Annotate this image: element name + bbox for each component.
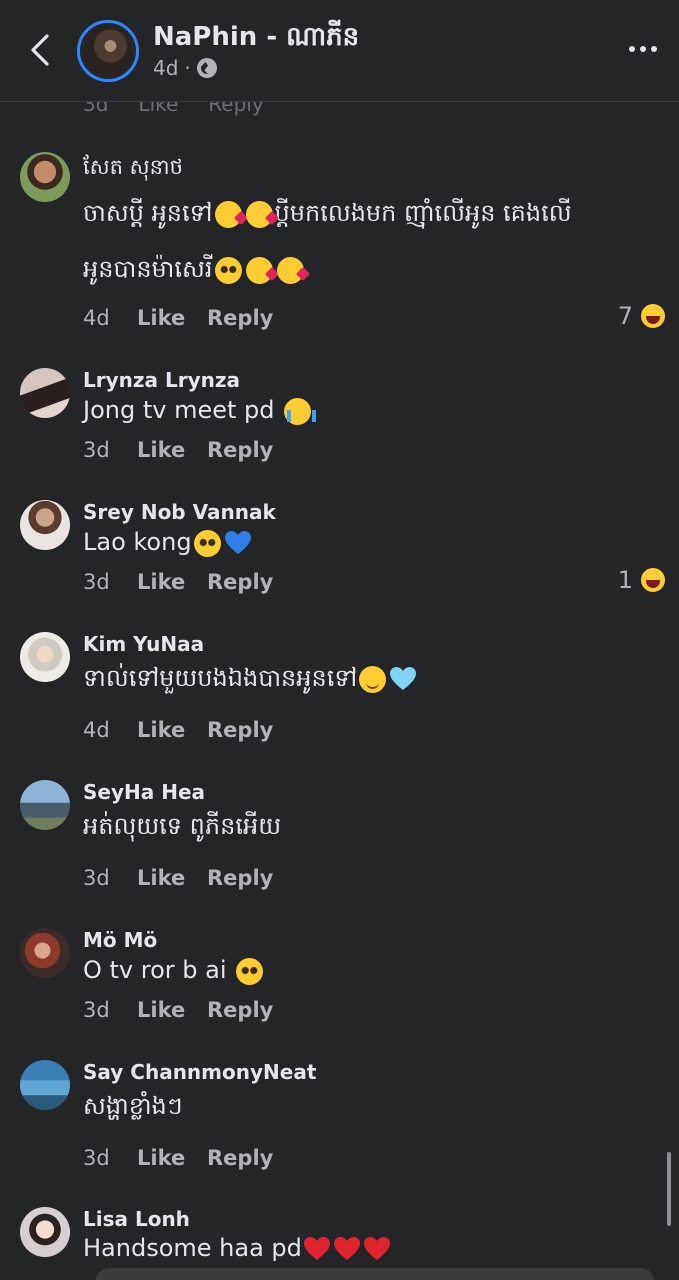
comment-time: 3d (83, 438, 110, 462)
red-heart-icon (363, 1237, 390, 1261)
page-avatar[interactable] (77, 20, 139, 82)
post-meta: 4d · (153, 56, 217, 80)
comment-text-line: ប្ដីមកលេងមក ញ៉ាំលើអូន គេងលើ (274, 199, 572, 227)
comment-text: ទាល់ទៅមួយបងឯងបានអូនទៅ (83, 651, 418, 705)
comment-actions: 4d Like Reply (83, 718, 273, 742)
comment-text: Jong tv meet pd (83, 383, 317, 437)
avatar[interactable] (20, 152, 70, 202)
comment-time: 3d (83, 866, 110, 890)
comment-text-line: អូនបានម៉ាសេរី (83, 255, 213, 283)
haha-reaction-icon (639, 566, 667, 594)
comment-time: 3d (83, 1146, 110, 1170)
reply-button[interactable]: Reply (207, 866, 273, 890)
more-dot (629, 46, 635, 52)
red-heart-icon (333, 1237, 360, 1261)
kissing-heart-emoji-icon (214, 200, 242, 228)
reply-button[interactable]: Reply (207, 438, 273, 462)
haha-reaction-icon (639, 302, 667, 330)
avatar[interactable] (20, 632, 70, 682)
like-button[interactable]: Like (137, 438, 207, 462)
avatar[interactable] (20, 928, 70, 978)
back-button[interactable] (20, 28, 60, 72)
kissing-heart-emoji-icon (245, 256, 273, 284)
globe-icon (196, 58, 217, 78)
comment-time: 3d (83, 570, 110, 594)
light-blue-heart-icon (390, 667, 417, 691)
more-options-button[interactable] (629, 46, 657, 52)
reaction-count: 7 (617, 302, 633, 330)
comment-text-line: អត់លុយទេ ពូភីនអើយ (83, 812, 282, 840)
blue-heart-icon (224, 531, 251, 555)
red-heart-icon (303, 1237, 330, 1261)
comment-text-line: ចាសប្ដី អូនទៅ (83, 199, 213, 227)
more-dot (651, 46, 657, 52)
reply-button[interactable]: Reply (207, 1146, 273, 1170)
pleading-face-emoji-icon (193, 529, 221, 557)
comment-actions: 3d Like Reply (83, 1146, 273, 1170)
like-button[interactable]: Like (137, 306, 207, 330)
comment-text: O tv ror b ai (83, 943, 265, 997)
comment-author[interactable]: សែត សុនាថ (83, 154, 183, 185)
loudly-crying-emoji-icon (284, 397, 317, 425)
pleading-face-emoji-icon (236, 957, 264, 985)
reply-button[interactable]: Reply (207, 306, 273, 330)
avatar[interactable] (20, 780, 70, 830)
comment-text-line: O tv ror b ai (83, 956, 227, 984)
comment-text-line: Lao kong (83, 528, 192, 556)
comment-actions: 4d Like Reply (83, 306, 273, 330)
like-button[interactable]: Like (137, 718, 207, 742)
comment-time: 4d (83, 718, 110, 742)
kissing-heart-emoji-icon (245, 200, 273, 228)
comment-text: Lao kong (83, 515, 253, 569)
comment-text-line: Jong tv meet pd (83, 396, 275, 424)
reaction-count: 1 (617, 566, 633, 594)
reply-button[interactable]: Reply (207, 998, 273, 1022)
more-dot (640, 46, 646, 52)
avatar[interactable] (20, 500, 70, 550)
reaction-summary[interactable]: 1 (618, 566, 667, 594)
like-button[interactable]: Like (137, 570, 207, 594)
comment-text: សង្ហាខ្លាំងៗ (83, 1079, 183, 1133)
reply-button[interactable]: Reply (207, 718, 273, 742)
comment-text-line: Handsome haa pd (83, 1234, 302, 1262)
comment-time: 3d (83, 998, 110, 1022)
avatar[interactable] (20, 368, 70, 418)
separator-dot: · (184, 56, 191, 80)
like-button[interactable]: Like (137, 1146, 207, 1170)
comment-text: អត់លុយទេ ពូភីនអើយ (83, 799, 281, 853)
comment-text-line: សង្ហាខ្លាំងៗ (83, 1092, 183, 1120)
avatar[interactable] (20, 1060, 70, 1110)
comment-text: ចាសប្ដី អូនទៅ ប្ដីមកលេងមក ញ៉ាំលើអូន គេងលើ (83, 186, 572, 240)
comment-text-line2: អូនបានម៉ាសេរី (83, 242, 306, 296)
comment-composer[interactable] (95, 1268, 655, 1280)
reply-button[interactable]: Reply (207, 570, 273, 594)
comment-text-line: ទាល់ទៅមួយបងឯងបានអូនទៅ (83, 664, 358, 692)
post-header: NaPhin - ណាភីន 4d · (0, 0, 679, 102)
comment-actions: 3d Like Reply (83, 998, 273, 1022)
like-button[interactable]: Like (137, 866, 207, 890)
comment-text: Handsome haa pd (83, 1221, 392, 1275)
reaction-summary[interactable]: 7 (618, 302, 667, 330)
post-time: 4d (153, 56, 179, 80)
page-name[interactable]: NaPhin - ណាភីន (153, 20, 359, 58)
smiling-face-emoji-icon (359, 665, 387, 693)
scrollbar[interactable] (667, 1152, 671, 1226)
pleading-face-emoji-icon (214, 256, 242, 284)
chevron-left-icon (31, 34, 49, 66)
comment-actions: 3d Like Reply (83, 866, 273, 890)
comment-actions: 3d Like Reply (83, 570, 273, 594)
like-button[interactable]: Like (137, 998, 207, 1022)
comment-time: 4d (83, 306, 110, 330)
comment-actions: 3d Like Reply (83, 438, 273, 462)
avatar[interactable] (20, 1207, 70, 1257)
kissing-heart-emoji-icon (276, 256, 304, 284)
